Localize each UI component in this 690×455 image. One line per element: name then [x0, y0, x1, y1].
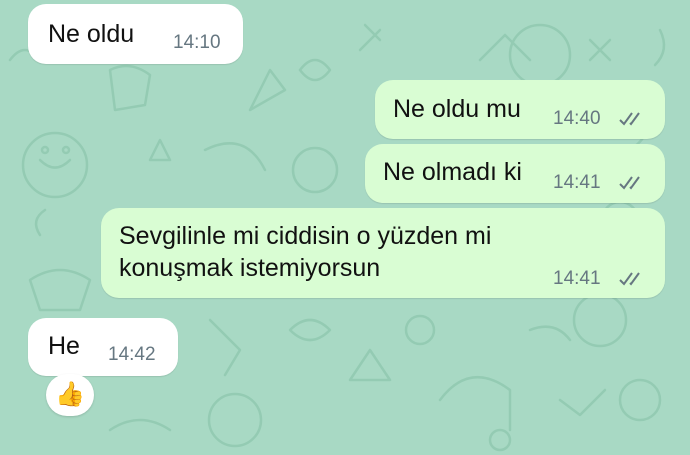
- message-text-line: konuşmak istemiyorsun: [119, 254, 381, 282]
- message-time: 14:41: [553, 268, 601, 289]
- message-text-line: Sevgilinle mi ciddisin o yüzden mi: [119, 222, 492, 250]
- message-time: 14:10: [173, 32, 221, 53]
- double-check-icon: [619, 112, 640, 126]
- message-text: Ne oldu: [48, 20, 135, 48]
- double-check-icon: [619, 176, 640, 190]
- message-text: Ne oldu mu: [393, 95, 521, 123]
- message-bubble-outgoing[interactable]: Sevgilinle mi ciddisin o yüzden mi konuş…: [101, 208, 665, 298]
- message-bubble-outgoing[interactable]: Ne oldu mu 14:40: [375, 80, 665, 139]
- thumbs-up-icon: 👍: [55, 381, 85, 408]
- message-bubble-incoming[interactable]: He 14:42: [28, 318, 178, 376]
- message-text: He: [48, 332, 80, 360]
- message-time: 14:40: [553, 108, 601, 129]
- double-check-icon: [619, 272, 640, 286]
- message-time: 14:41: [553, 172, 601, 193]
- message-bubble-outgoing[interactable]: Ne olmadı ki 14:41: [365, 144, 665, 203]
- message-time: 14:42: [108, 344, 156, 365]
- message-bubble-incoming[interactable]: Ne oldu 14:10: [28, 4, 243, 64]
- message-text: Ne olmadı ki: [383, 158, 522, 186]
- thumbs-up-reaction[interactable]: 👍: [46, 374, 94, 416]
